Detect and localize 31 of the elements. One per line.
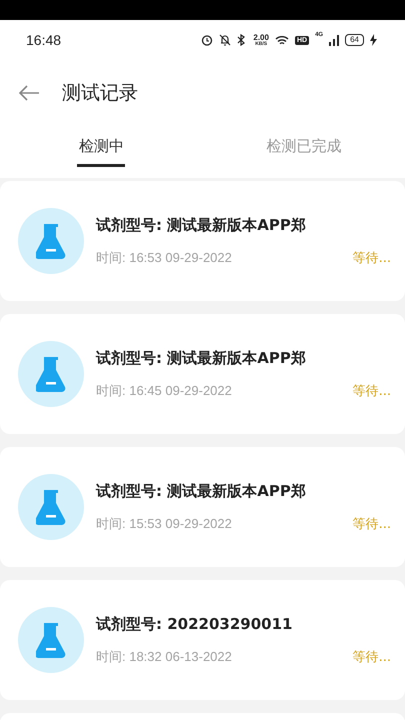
wifi-icon	[274, 34, 289, 46]
record-card[interactable]: 试剂型号: 测试最新版本APP郑 时间: 15:53 09-29-2022 等待...	[0, 447, 405, 567]
record-card[interactable]: 试剂型号: 测试最新版本APP郑 时间: 16:53 09-29-2022 等待...	[0, 181, 405, 301]
flask-icon	[36, 622, 66, 658]
back-arrow-icon[interactable]	[18, 84, 40, 100]
record-title: 试剂型号: 测试最新版本APP郑	[96, 482, 307, 500]
record-title: 试剂型号: 测试最新版本APP郑	[96, 348, 307, 368]
record-time: 时间: 16:45 09-29-2022	[96, 382, 232, 400]
record-card[interactable]: 试剂型号: 测试最新版本APP郑 时间: 16:45 09-29-2022 等待...	[0, 314, 405, 434]
flask-icon	[36, 356, 66, 392]
bluetooth-icon	[237, 34, 248, 46]
record-status: 等待...	[352, 250, 391, 266]
record-time: 时间: 15:53 09-29-2022	[96, 514, 232, 532]
tab[interactable]: 检测中	[0, 125, 202, 178]
charging-icon	[370, 34, 377, 46]
bell-off-icon	[219, 34, 232, 46]
flask-icon	[36, 489, 66, 525]
record-status: 等待...	[352, 648, 391, 666]
page-title: 测试记录	[62, 80, 138, 106]
record-status: 等待...	[352, 382, 391, 400]
record-title: 试剂型号: 测试最新版本APP郑	[96, 216, 307, 234]
record-card[interactable]: 试剂型号: 202203290011 时间: 18:32 06-13-2022 等待...	[0, 580, 405, 700]
record-title: 试剂型号: 202203290011	[96, 614, 294, 634]
signal-icon	[329, 34, 340, 46]
record-status: 等待...	[352, 516, 391, 532]
record-time: 时间: 18:32 06-13-2022	[96, 648, 232, 666]
flask-icon	[36, 223, 66, 259]
alarm-icon	[201, 34, 214, 46]
status-time: 16:48	[26, 32, 62, 48]
battery-level: 64	[345, 34, 364, 46]
record-time: 时间: 16:53 09-29-2022	[96, 248, 232, 266]
